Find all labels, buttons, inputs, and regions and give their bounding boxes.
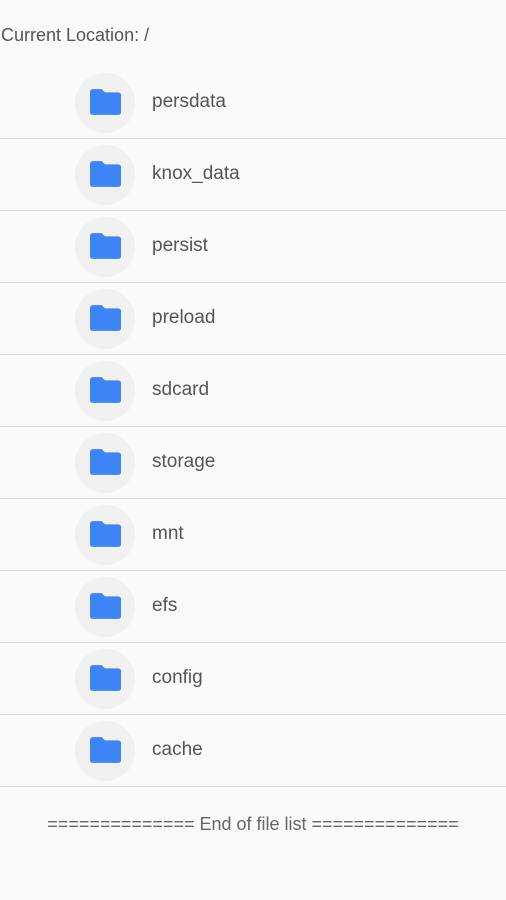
folder-icon — [75, 649, 135, 709]
file-name: mnt — [152, 523, 184, 544]
file-list: persdata knox_data persist preload sdcar — [0, 67, 506, 787]
folder-icon — [75, 217, 135, 277]
file-name: knox_data — [152, 163, 240, 184]
file-name: efs — [152, 595, 178, 616]
folder-icon — [75, 289, 135, 349]
end-of-list-text: ============== End of file list ========… — [47, 814, 459, 834]
folder-icon — [75, 145, 135, 205]
list-item-knox-data[interactable]: knox_data — [0, 139, 506, 211]
file-name: config — [152, 667, 203, 688]
file-name: persdata — [152, 91, 226, 112]
folder-icon — [75, 361, 135, 421]
folder-icon — [75, 577, 135, 637]
list-item-config[interactable]: config — [0, 643, 506, 715]
file-name: persist — [152, 235, 208, 256]
list-item-efs[interactable]: efs — [0, 571, 506, 643]
list-item-storage[interactable]: storage — [0, 427, 506, 499]
file-name: cache — [152, 739, 203, 760]
list-item-persdata[interactable]: persdata — [0, 67, 506, 139]
current-location-label: Current Location: / — [1, 25, 150, 45]
list-item-preload[interactable]: preload — [0, 283, 506, 355]
list-item-sdcard[interactable]: sdcard — [0, 355, 506, 427]
file-name: sdcard — [152, 379, 210, 400]
folder-icon — [75, 433, 135, 493]
file-name: storage — [152, 451, 216, 472]
file-name: preload — [152, 307, 216, 328]
folder-icon — [75, 73, 135, 133]
file-browser: Current Location: / persdata knox_data p… — [0, 0, 506, 900]
list-item-persist[interactable]: persist — [0, 211, 506, 283]
folder-icon — [75, 505, 135, 565]
list-item-cache[interactable]: cache — [0, 715, 506, 787]
folder-icon — [75, 721, 135, 781]
list-item-mnt[interactable]: mnt — [0, 499, 506, 571]
